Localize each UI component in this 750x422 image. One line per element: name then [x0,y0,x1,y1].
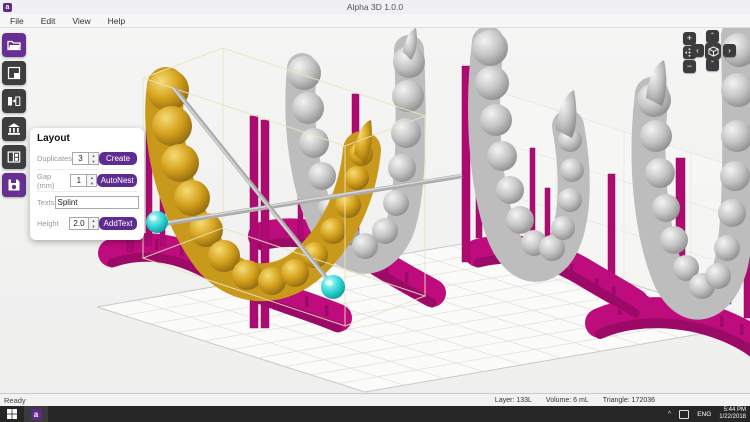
clock[interactable]: 5:44 PM 1/22/2018 [719,407,746,421]
open-folder-icon [7,38,21,52]
height-stepper[interactable]: 2.0 ▴▾ [69,217,99,230]
duplicates-stepper[interactable]: 3 ▴▾ [72,152,99,165]
menu-file[interactable]: File [10,16,24,26]
cube-icon [708,46,719,57]
create-button[interactable]: Create [99,152,137,165]
rotate-left-button[interactable]: ‹ [691,44,704,57]
spinner-down-icon[interactable]: ▾ [87,181,96,187]
autonest-button[interactable]: AutoNest [97,174,137,187]
language-indicator[interactable]: ENG [697,411,711,418]
save-icon [7,178,21,192]
chevron-down-icon: ˇ [711,58,714,71]
gap-stepper[interactable]: 1 ▴▾ [70,174,97,187]
rotate-down-button[interactable]: ˇ [706,58,719,71]
rotate-up-button[interactable]: ˆ [706,30,719,43]
mirror-duplicate-button[interactable] [2,89,26,113]
clock-time: 5:44 PM [719,407,746,414]
menu-help[interactable]: Help [108,16,125,26]
addtext-button[interactable]: AddText [99,217,137,230]
height-label: Height [37,219,69,228]
handle-sphere-right[interactable] [321,275,345,299]
status-ready: Ready [4,396,26,405]
status-triangle: Triangle: 172036 [603,397,655,404]
scale-icon [7,66,21,80]
toolbar-left [2,33,26,197]
texts-row: Texts [37,192,137,213]
menu-edit[interactable]: Edit [41,16,56,26]
layout-icon [7,150,21,164]
system-tray: ^ ENG 5:44 PM 1/22/2018 [668,406,746,422]
status-bar: Ready Layer: 133L Volume: 6 mL Triangle:… [0,393,750,406]
duplicates-label: Duplicates [37,154,72,163]
duplicates-row: Duplicates 3 ▴▾ Create [37,148,137,170]
viewport-3d[interactable]: Layout Duplicates 3 ▴▾ Create Gap (mm) 1… [0,28,750,393]
taskbar-app-alpha3d[interactable]: a [24,406,48,422]
save-file-button[interactable] [2,173,26,197]
home-view-button[interactable] [705,43,721,59]
gap-row: Gap (mm) 1 ▴▾ AutoNest [37,170,137,192]
support-platform-icon [7,122,21,136]
start-button[interactable] [0,406,24,422]
taskbar: a ^ ENG 5:44 PM 1/22/2018 [0,406,750,422]
menu-view[interactable]: View [72,16,90,26]
scale-model-button[interactable] [2,61,26,85]
handle-sphere-left[interactable] [146,211,168,233]
alpha3d-app-icon: a [31,409,42,420]
layout-tools-button[interactable] [2,145,26,169]
notification-icon[interactable] [679,410,689,419]
status-volume: Volume: 6 mL [546,397,589,404]
spinner-down-icon[interactable]: ▾ [89,159,98,165]
app-window: a Alpha 3D 1.0.0 File Edit View Help [0,0,750,422]
spinner-down-icon[interactable]: ▾ [89,224,98,230]
layout-panel-title: Layout [37,133,137,144]
mirror-icon [7,94,21,108]
zoom-out-button[interactable]: − [683,60,696,73]
windows-logo-icon [7,409,17,419]
chevron-up-icon: ˆ [711,30,714,43]
texts-label: Texts [37,198,55,207]
layout-panel: Layout Duplicates 3 ▴▾ Create Gap (mm) 1… [30,128,144,240]
height-row: Height 2.0 ▴▾ AddText [37,213,137,234]
tray-expand-button[interactable]: ^ [668,411,671,418]
chevron-left-icon: ‹ [696,44,699,57]
open-file-button[interactable] [2,33,26,57]
rotate-right-button[interactable]: › [723,44,736,57]
window-title: Alpha 3D 1.0.0 [0,2,750,12]
clock-date: 1/22/2018 [719,414,746,421]
menu-bar: File Edit View Help [0,14,750,28]
chevron-right-icon: › [728,44,731,57]
title-bar: a Alpha 3D 1.0.0 [0,0,750,15]
status-layer: Layer: 133L [495,397,532,404]
generate-support-button[interactable] [2,117,26,141]
texts-input[interactable] [55,196,139,209]
gap-label: Gap (mm) [37,172,70,190]
